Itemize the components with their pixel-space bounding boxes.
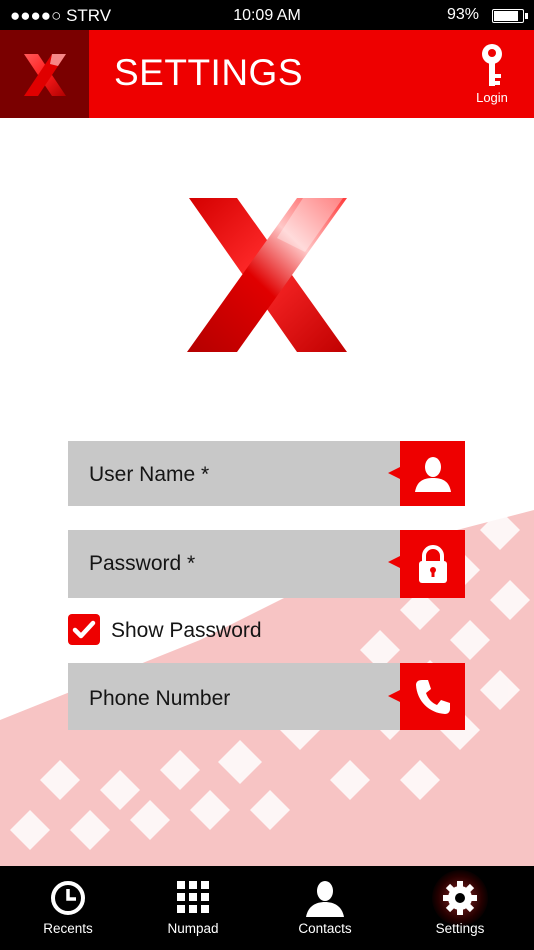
person-icon [306, 881, 344, 917]
header-logo[interactable] [0, 30, 89, 118]
clock-icon [51, 881, 85, 915]
field-pointer [388, 556, 400, 568]
tab-recents[interactable]: Recents [18, 866, 118, 950]
username-icon-box [400, 441, 465, 506]
page-title: SETTINGS [114, 52, 304, 93]
tab-label: Numpad [167, 921, 219, 936]
show-password-checkbox[interactable] [68, 614, 100, 645]
gear-icon [443, 881, 477, 915]
login-label: Login [476, 90, 508, 105]
user-icon [414, 456, 451, 492]
x-logo-icon [187, 198, 347, 352]
tab-numpad[interactable]: Numpad [143, 866, 243, 950]
field-pointer [388, 467, 400, 479]
grid-icon [177, 881, 209, 913]
x-logo-icon [24, 54, 66, 96]
battery-icon [492, 9, 528, 23]
password-field[interactable]: Password * [68, 530, 465, 598]
tab-label: Recents [43, 921, 93, 936]
tab-label: Settings [435, 921, 485, 936]
tab-label: Contacts [298, 921, 352, 936]
tab-contacts[interactable]: Contacts [275, 866, 375, 950]
password-icon-box [400, 530, 465, 598]
app-header: SETTINGS Login [0, 30, 534, 118]
field-pointer [388, 690, 400, 702]
phone-number-label: Phone Number [89, 687, 231, 710]
key-icon [482, 44, 502, 86]
status-bar: ●●●●○ STRV 10:09 AM 93% [0, 0, 534, 30]
tab-settings[interactable]: Settings [410, 866, 510, 950]
battery-fill [494, 11, 518, 21]
tab-bar: Recents Numpad Contacts Settings [0, 866, 534, 950]
username-label: User Name * [89, 463, 210, 486]
lock-icon [418, 545, 447, 583]
show-password-label: Show Password [111, 619, 262, 642]
checkmark-icon [72, 620, 96, 639]
login-button[interactable]: Login [466, 42, 518, 108]
phone-icon [415, 679, 450, 714]
password-label: Password * [89, 552, 196, 575]
phone-icon-box [400, 663, 465, 730]
battery-percent: 93% [446, 6, 479, 23]
phone-number-field[interactable]: Phone Number [68, 663, 465, 730]
username-field[interactable]: User Name * [68, 441, 465, 506]
